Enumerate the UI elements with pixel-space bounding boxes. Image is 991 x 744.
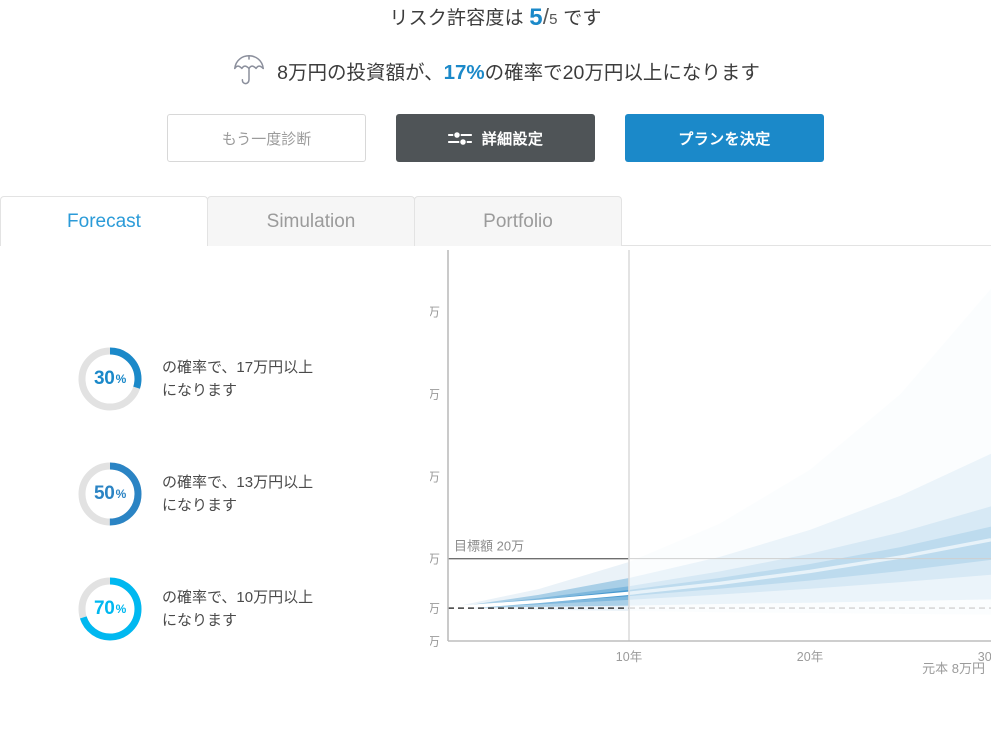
principal-footnote: 元本 8万円 bbox=[922, 661, 985, 676]
forecast-chart: 0万8万20万40万60万80万10年20年30年目標額 20万 元本 8万円 bbox=[430, 246, 991, 686]
risk-suffix-text: です bbox=[563, 8, 602, 29]
svg-text:目標額 20万: 目標額 20万 bbox=[454, 539, 524, 554]
forecast-panel: 30% の確率で、17万円以上 になります 50% の確率で、13万円以上 にな… bbox=[0, 246, 991, 686]
view-tabs: Forecast Simulation Portfolio bbox=[0, 196, 991, 247]
probability-row-30: 30% の確率で、17万円以上 になります bbox=[0, 321, 430, 436]
donut-label-30: 30% bbox=[76, 345, 144, 413]
tab-portfolio[interactable]: Portfolio bbox=[414, 196, 622, 246]
tab-portfolio-label: Portfolio bbox=[483, 210, 553, 232]
svg-text:20年: 20年 bbox=[797, 650, 823, 664]
sliders-icon bbox=[447, 130, 472, 147]
donut-percent-50: 50 bbox=[94, 482, 115, 504]
tab-forecast[interactable]: Forecast bbox=[0, 196, 208, 247]
retake-diagnosis-button[interactable]: もう一度診断 bbox=[167, 114, 366, 162]
probability-text-70-line2: になります bbox=[162, 611, 238, 629]
risk-prefix-text: リスク許容度は bbox=[389, 8, 524, 29]
tab-simulation-label: Simulation bbox=[266, 210, 356, 232]
svg-text:8万: 8万 bbox=[430, 602, 440, 616]
probability-text-30-line2: になります bbox=[162, 381, 238, 399]
decide-plan-label: プランを決定 bbox=[678, 130, 771, 148]
donut-percent-30: 30 bbox=[94, 367, 115, 389]
svg-text:80万: 80万 bbox=[430, 306, 440, 320]
action-button-row: もう一度診断 詳細設定 プランを決定 bbox=[0, 114, 991, 162]
donut-label-50: 50% bbox=[76, 460, 144, 528]
probability-text-50: の確率で、13万円以上 になります bbox=[162, 471, 313, 517]
forecast-fan-chart: 0万8万20万40万60万80万10年20年30年目標額 20万 bbox=[430, 250, 991, 664]
summary-post-text: の確率で20万円以上になります bbox=[484, 61, 760, 84]
risk-denominator: 5 bbox=[549, 11, 558, 28]
donut-label-70: 70% bbox=[76, 575, 144, 643]
donut-chart-70: 70% bbox=[76, 575, 144, 643]
svg-text:20万: 20万 bbox=[430, 553, 440, 567]
umbrella-icon bbox=[231, 54, 267, 86]
risk-tolerance-heading: リスク許容度は 5/5 です bbox=[0, 0, 991, 32]
probability-text-70: の確率で、10万円以上 になります bbox=[162, 586, 313, 632]
probability-text-70-line1: の確率で、10万円以上 bbox=[162, 588, 314, 606]
retake-diagnosis-label: もう一度診断 bbox=[221, 130, 312, 148]
donut-symbol-50: % bbox=[115, 486, 127, 501]
donut-symbol-70: % bbox=[115, 601, 127, 616]
donut-percent-70: 70 bbox=[94, 597, 115, 619]
detail-settings-label: 詳細設定 bbox=[481, 130, 544, 148]
risk-value: 5 bbox=[529, 4, 543, 31]
tab-forecast-label: Forecast bbox=[67, 210, 141, 232]
summary-text: 8万円の投資額が、17%の確率で20万円以上になります bbox=[277, 56, 760, 85]
svg-text:0万: 0万 bbox=[430, 635, 440, 649]
donut-chart-30: 30% bbox=[76, 345, 144, 413]
probability-row-50: 50% の確率で、13万円以上 になります bbox=[0, 436, 430, 551]
probability-text-50-line2: になります bbox=[162, 496, 238, 514]
svg-text:40万: 40万 bbox=[430, 470, 440, 484]
forecast-summary: 8万円の投資額が、17%の確率で20万円以上になります bbox=[0, 54, 991, 86]
svg-text:10年: 10年 bbox=[616, 650, 642, 664]
probability-row-70: 70% の確率で、10万円以上 になります bbox=[0, 551, 430, 666]
tab-simulation[interactable]: Simulation bbox=[207, 196, 415, 246]
probability-text-50-line1: の確率で、13万円以上 bbox=[162, 473, 314, 491]
decide-plan-button[interactable]: プランを決定 bbox=[625, 114, 824, 162]
probability-text-30-line1: の確率で、17万円以上 bbox=[162, 358, 314, 376]
summary-probability: 17% bbox=[443, 60, 485, 84]
donut-symbol-30: % bbox=[115, 371, 127, 386]
donut-chart-50: 50% bbox=[76, 460, 144, 528]
probability-text-30: の確率で、17万円以上 になります bbox=[162, 356, 313, 402]
summary-pre-text: 8万円の投資額が、 bbox=[277, 61, 444, 84]
detail-settings-button[interactable]: 詳細設定 bbox=[396, 114, 595, 162]
svg-text:60万: 60万 bbox=[430, 388, 440, 402]
probability-list: 30% の確率で、17万円以上 になります 50% の確率で、13万円以上 にな… bbox=[0, 246, 430, 686]
